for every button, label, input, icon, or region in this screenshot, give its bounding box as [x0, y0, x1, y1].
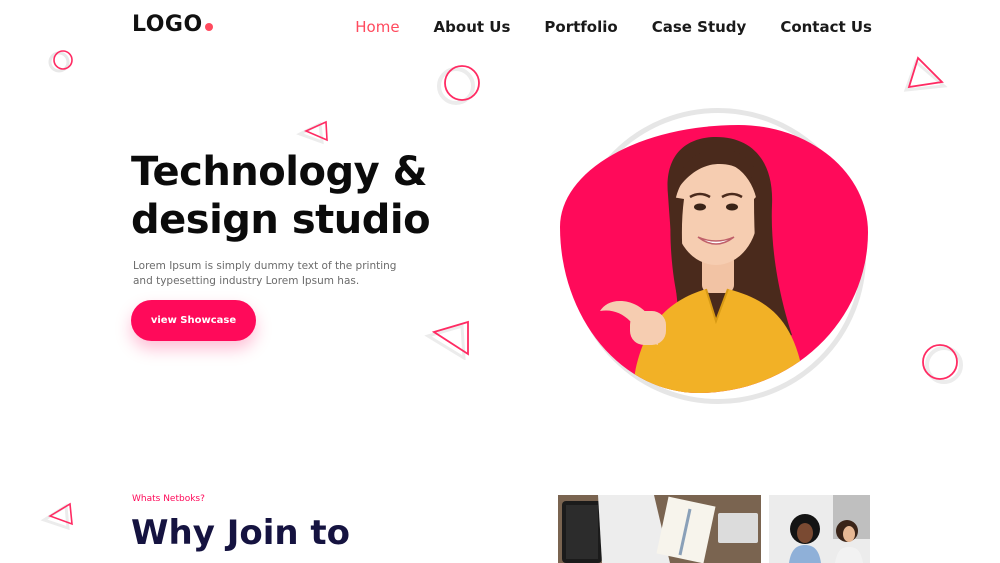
desk-devices-photo-icon [558, 495, 761, 563]
logo-text: LOGO [132, 12, 203, 37]
main-nav: Home About Us Portfolio Case Study Conta… [355, 18, 872, 36]
nav-case-study[interactable]: Case Study [652, 18, 747, 36]
triangle-outline-icon [296, 120, 328, 145]
hero-title-line2: design studio [131, 197, 431, 243]
section-heading: Why Join to [131, 513, 351, 553]
circle-outline-icon [922, 344, 963, 384]
hero-description: Lorem Ipsum is simply dummy text of the … [133, 260, 397, 287]
nav-contact-us[interactable]: Contact Us [780, 18, 872, 36]
view-showcase-button[interactable]: view Showcase [131, 300, 256, 341]
triangle-outline-icon [424, 320, 469, 360]
section-eyebrow: Whats Netboks? [132, 494, 205, 504]
triangle-outline-icon [40, 502, 73, 531]
nav-portfolio[interactable]: Portfolio [544, 18, 617, 36]
team-meeting-photo-icon [769, 495, 870, 563]
hero-title-line1: Technology & [131, 149, 427, 195]
nav-about-us[interactable]: About Us [434, 18, 511, 36]
triangle-outline-icon [903, 56, 948, 92]
logo[interactable]: LOGO [132, 12, 213, 37]
desk-devices-photo [558, 495, 761, 563]
hero-title: Technology & design studio [131, 148, 431, 244]
nav-home[interactable]: Home [355, 18, 399, 36]
circle-outline-icon [437, 65, 480, 105]
logo-dot-icon [204, 23, 213, 31]
team-meeting-photo [769, 495, 870, 563]
circle-outline-icon [48, 50, 73, 73]
